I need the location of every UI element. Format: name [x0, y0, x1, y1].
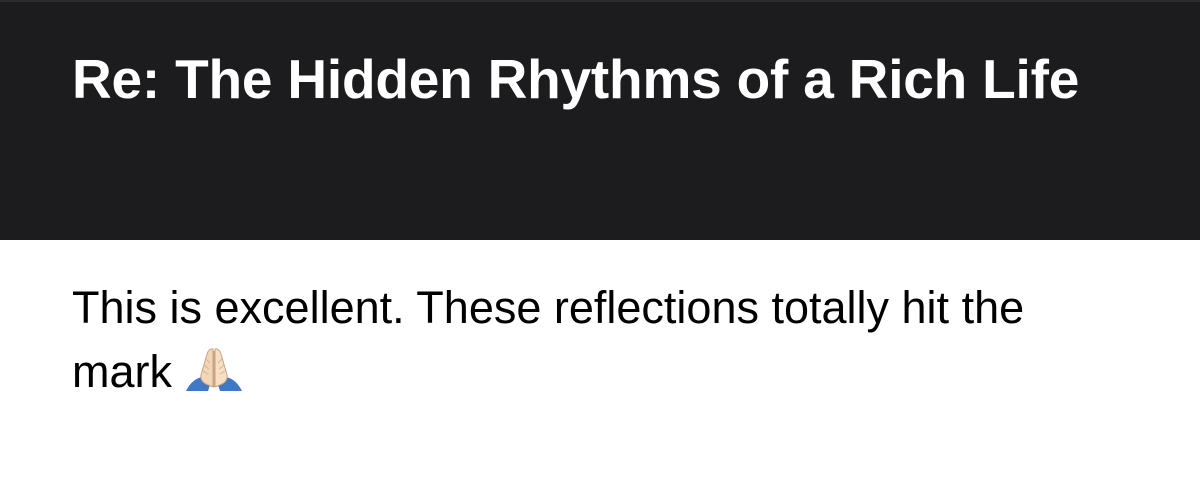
- folded-hands-icon: [182, 345, 246, 393]
- subject-header: Re: The Hidden Rhythms of a Rich Life: [0, 2, 1200, 240]
- message-paragraph: This is excellent. These reflections tot…: [72, 276, 1112, 404]
- email-view: Re: The Hidden Rhythms of a Rich Life Th…: [0, 0, 1200, 477]
- message-body: This is excellent. These reflections tot…: [0, 240, 1200, 477]
- email-subject: Re: The Hidden Rhythms of a Rich Life: [72, 48, 1080, 110]
